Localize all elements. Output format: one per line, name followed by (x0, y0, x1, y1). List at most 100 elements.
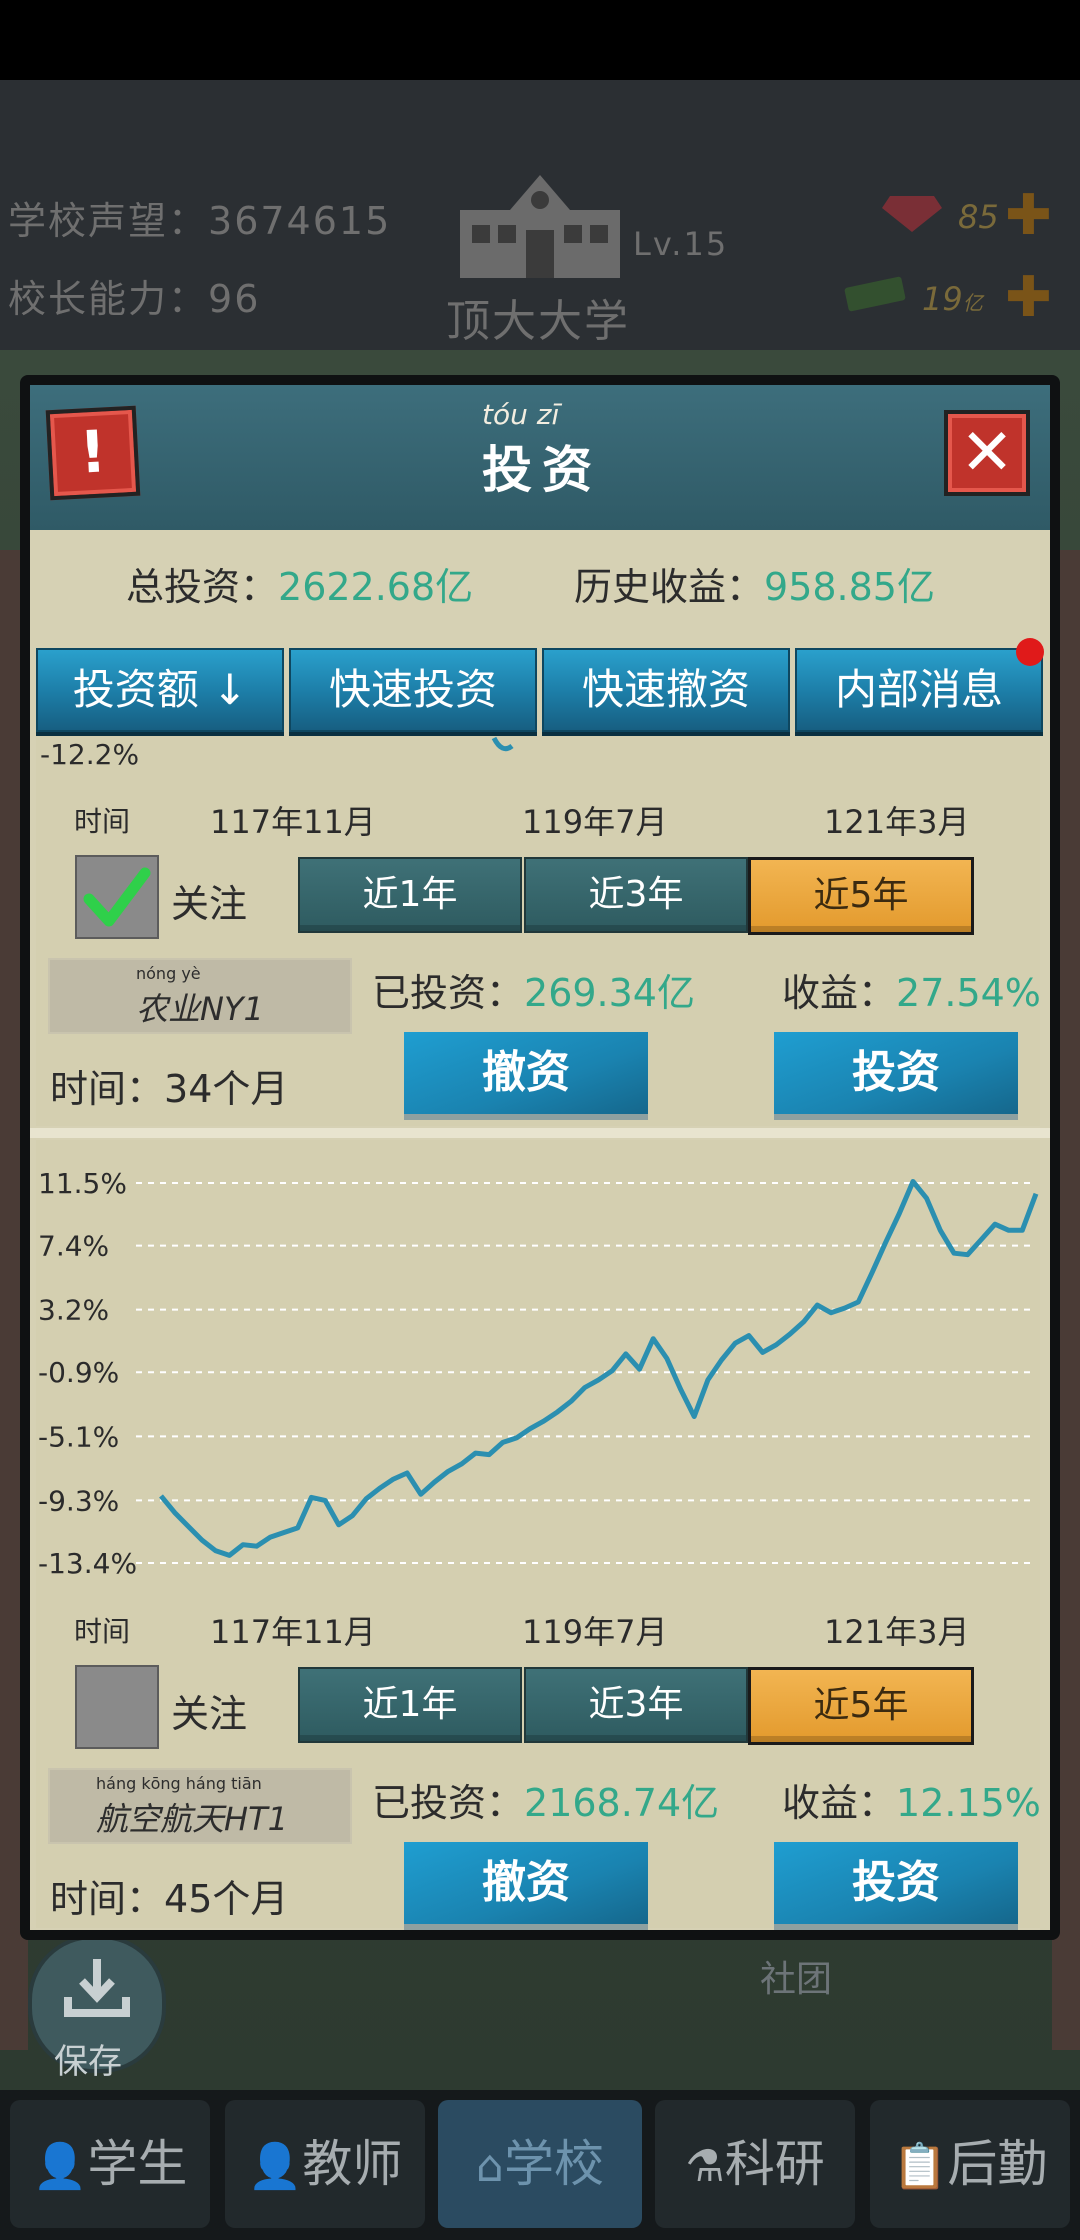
total-invest-value: 2622.68亿 (278, 565, 474, 609)
period-3y-button[interactable]: 近3年 (524, 857, 748, 933)
stock-name: 航空航天HT1 (96, 1800, 288, 1838)
ability-value: 96 (208, 277, 261, 321)
invest-button[interactable]: 投资 (774, 1842, 1018, 1924)
checkmark-icon (83, 867, 151, 927)
close-icon: ✕ (960, 416, 1014, 490)
reputation-label: 学校声望： (8, 199, 209, 243)
student-icon: 👤 (32, 2141, 88, 2192)
invested-value: 2168.74亿 (524, 1781, 720, 1825)
ability-label: 校长能力： (8, 277, 209, 321)
nav-label: 教师 (302, 2135, 403, 2193)
x-tick-label: 121年3月 (824, 1613, 970, 1651)
chart-line-fragment (491, 736, 514, 752)
tab-insider-news[interactable]: 内部消息 (795, 648, 1043, 732)
invested-label: 已投资： (372, 971, 525, 1015)
school-icon: ⌂ (476, 2141, 504, 2192)
watch-label: 关注 (171, 1692, 248, 1736)
nav-school[interactable]: ⌂学校 (438, 2100, 642, 2228)
y-tick-label: -0.9% (38, 1356, 119, 1389)
x-tick-label: 119年7月 (522, 1613, 668, 1651)
y-tick-label: -9.3% (38, 1484, 119, 1517)
add-money-icon[interactable]: ✚ (1005, 270, 1052, 326)
history-profit: 历史收益：958.85亿 (574, 556, 935, 611)
reputation-text: 学校声望：3674615 (8, 190, 391, 245)
school-building-icon (460, 175, 620, 278)
clipboard-icon: 📋 (892, 2141, 948, 2192)
x-tick-label: 119年7月 (522, 803, 668, 841)
invested-value: 269.34亿 (524, 971, 695, 1015)
alert-button[interactable]: ! (45, 405, 141, 501)
y-tick-partial: -12.2% (40, 738, 140, 771)
period-1y-button[interactable]: 近1年 (298, 857, 522, 933)
invested-label: 已投资： (372, 1781, 525, 1825)
profit-rate: 收益：12.15% (782, 1772, 1041, 1827)
total-invest: 总投资：2622.68亿 (126, 556, 473, 611)
series-line (159, 1179, 1039, 1558)
history-profit-value: 958.85亿 (764, 565, 935, 609)
download-icon (64, 1959, 130, 2017)
total-invest-label: 总投资： (126, 565, 279, 609)
profit-label: 收益： (782, 1781, 897, 1825)
money-count: 19亿 (922, 280, 983, 318)
close-button[interactable]: ✕ (944, 410, 1030, 496)
title-pinyin: tóu zī (482, 398, 560, 431)
watch-label: 关注 (171, 882, 248, 926)
stock-name: 农业NY1 (136, 990, 264, 1028)
notification-badge (1016, 638, 1044, 666)
profit-label: 收益： (782, 971, 897, 1015)
stock-name-plate: nóng yè 农业NY1 (48, 958, 352, 1034)
tab-quick-invest[interactable]: 快速投资 (289, 648, 537, 732)
x-axis-title: 时间 (74, 805, 131, 838)
x-tick-label: 117年11月 (210, 803, 376, 841)
duration-label: 时间： (50, 1067, 165, 1111)
stock-name-pinyin: nóng yè (136, 964, 201, 983)
nav-students[interactable]: 👤学生 (10, 2100, 210, 2228)
profit-rate: 收益：27.54% (782, 962, 1041, 1017)
flask-icon: ⚗ (685, 2141, 725, 2192)
watch-checkbox[interactable] (75, 855, 159, 939)
withdraw-button[interactable]: 撤资 (404, 1032, 648, 1114)
tab-quick-withdraw[interactable]: 快速撤资 (542, 648, 790, 732)
duration-value: 34个月 (164, 1067, 289, 1111)
y-tick-label: -5.1% (38, 1420, 119, 1453)
reputation-value: 3674615 (208, 199, 392, 243)
profit-value: 27.54% (896, 971, 1041, 1015)
y-tick-label: 3.2% (38, 1294, 109, 1327)
invest-button[interactable]: 投资 (774, 1032, 1018, 1114)
y-tick-label: 11.5% (38, 1167, 127, 1200)
x-tick-label: 121年3月 (824, 803, 970, 841)
history-profit-label: 历史收益： (574, 565, 765, 609)
duration-value: 45个月 (164, 1877, 289, 1921)
holding-duration: 时间：34个月 (50, 1058, 288, 1113)
profit-line-chart: 11.5% 7.4% 3.2% -0.9% -5.1% -9.3% -13.4% (38, 1167, 1039, 1580)
save-button[interactable]: 保存 (28, 1935, 166, 2082)
ability-text: 校长能力：96 (8, 268, 260, 323)
period-5y-button[interactable]: 近5年 (748, 857, 974, 935)
dialog-title: 投资 (482, 441, 602, 499)
add-gems-icon[interactable]: ✚ (1005, 188, 1052, 244)
card-divider (30, 1128, 1050, 1138)
stock-name-plate: háng kōng háng tiān 航空航天HT1 (48, 1768, 352, 1844)
watch-checkbox[interactable] (75, 1665, 159, 1749)
top-header: 学校声望：3674615 校长能力：96 Lv.15 顶大大学 85 ✚ 19亿… (0, 80, 1080, 350)
nav-logistics[interactable]: 📋后勤 (870, 2100, 1070, 2228)
y-tick-label: 7.4% (38, 1230, 109, 1263)
money-icon (844, 276, 906, 312)
holding-duration: 时间：45个月 (50, 1868, 288, 1923)
invested-amount: 已投资：2168.74亿 (372, 1772, 719, 1827)
period-1y-button[interactable]: 近1年 (298, 1667, 522, 1743)
school-level: Lv.15 (633, 225, 729, 263)
withdraw-button[interactable]: 撤资 (404, 1842, 648, 1924)
exclamation-icon: ! (77, 417, 108, 487)
stock-name-pinyin: háng kōng háng tiān (96, 1774, 262, 1793)
period-5y-button[interactable]: 近5年 (748, 1667, 974, 1745)
period-3y-button[interactable]: 近3年 (524, 1667, 748, 1743)
gem-count: 85 (958, 198, 999, 236)
tab-sort-by-amount[interactable]: 投资额 ↓ (36, 648, 284, 732)
money-unit: 亿 (962, 291, 983, 315)
nav-label: 学生 (87, 2135, 188, 2193)
nav-teachers[interactable]: 👤教师 (225, 2100, 425, 2228)
club-label[interactable]: 社团 (760, 1950, 860, 2010)
nav-research[interactable]: ⚗科研 (655, 2100, 855, 2228)
teacher-icon: 👤 (247, 2141, 303, 2192)
